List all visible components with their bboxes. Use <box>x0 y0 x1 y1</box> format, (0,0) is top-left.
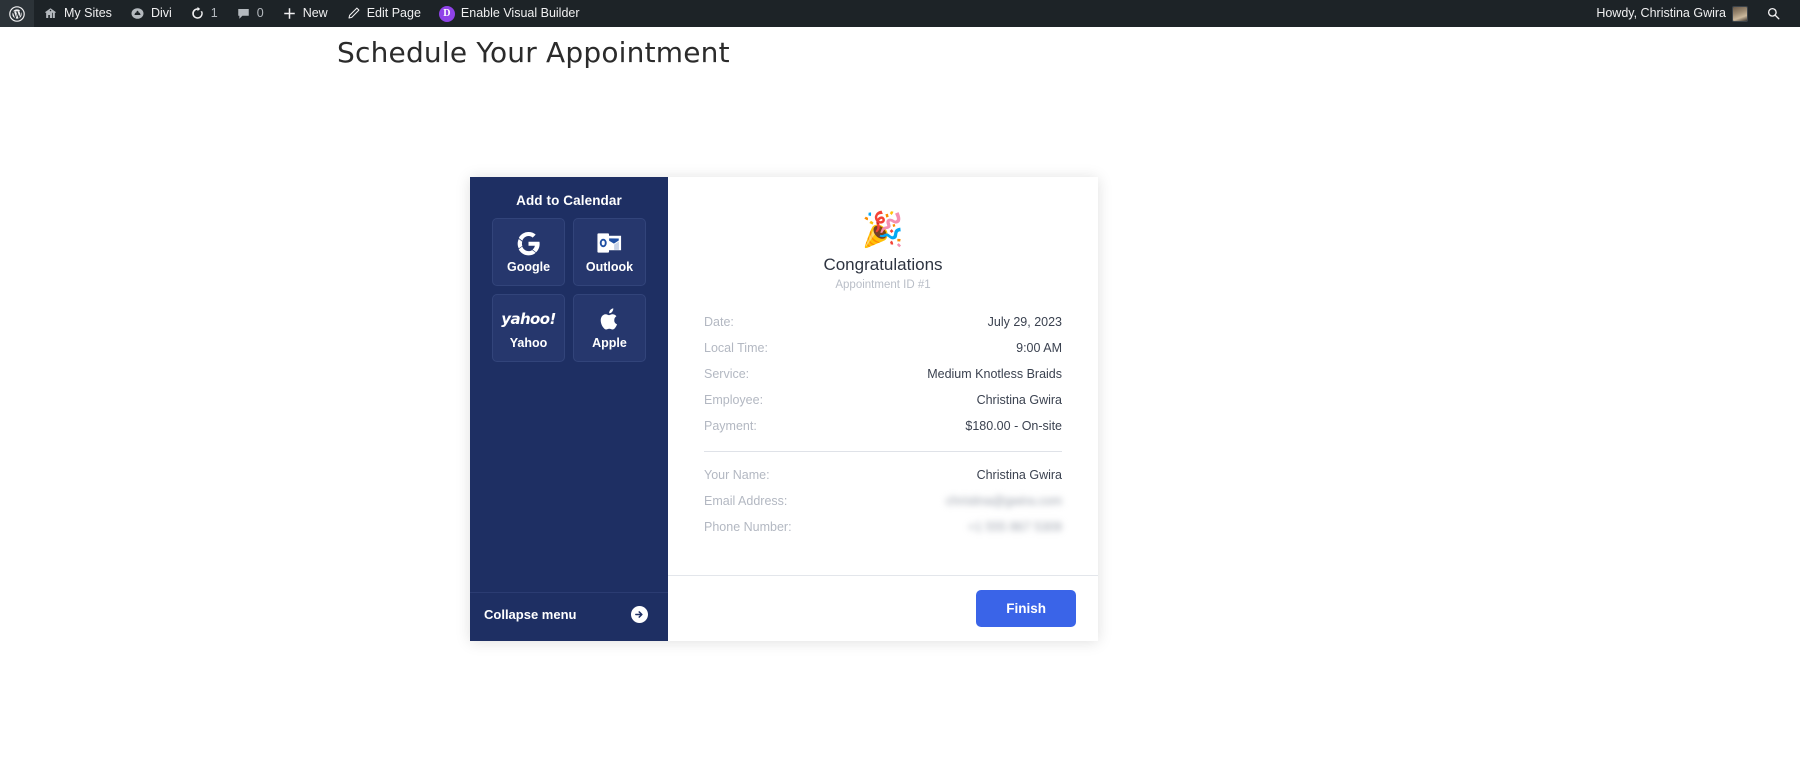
wordpress-logo-icon <box>9 5 25 22</box>
updates-icon <box>190 6 205 21</box>
admin-bar-left-group: My Sites Divi 1 0 New Edit Page D Enable… <box>0 0 589 27</box>
search-icon <box>1766 6 1781 21</box>
party-popper-icon: 🎉 <box>861 210 905 250</box>
detail-label-date: Date: <box>704 315 734 329</box>
edit-page-button[interactable]: Edit Page <box>337 0 430 27</box>
confirmation-body: 🎉 Congratulations Appointment ID #1 Date… <box>668 177 1098 575</box>
detail-value-local-time: 9:00 AM <box>1016 341 1062 355</box>
page-title: Schedule Your Appointment <box>337 36 730 69</box>
calendar-buttons-grid: Google Outlook yahoo! Yahoo Apple <box>470 218 668 362</box>
my-sites-label: My Sites <box>64 6 112 21</box>
collapse-menu-button[interactable]: Collapse menu <box>470 592 668 641</box>
detail-value-date: July 29, 2023 <box>987 315 1062 329</box>
yahoo-calendar-label: Yahoo <box>509 336 548 351</box>
outlook-icon <box>596 230 623 256</box>
wordpress-logo-button[interactable] <box>0 0 34 27</box>
my-sites-button[interactable]: My Sites <box>34 0 121 27</box>
my-sites-icon <box>43 6 58 21</box>
appointment-id-label: Appointment ID #1 <box>835 279 931 291</box>
comments-icon <box>236 6 251 21</box>
plus-icon <box>282 6 297 21</box>
collapse-menu-label: Collapse menu <box>484 607 577 622</box>
detail-row: Service: Medium Knotless Braids <box>704 361 1062 387</box>
yahoo-icon: yahoo! <box>501 309 556 328</box>
add-to-calendar-sidebar: Add to Calendar Google Outlook yahoo! Ya… <box>470 177 668 641</box>
add-to-google-calendar-button[interactable]: Google <box>492 218 565 286</box>
detail-label-payment: Payment: <box>704 419 757 433</box>
updates-button[interactable]: 1 <box>181 0 227 27</box>
detail-label-service: Service: <box>704 367 750 381</box>
detail-row: Your Name: Christina Gwira <box>704 462 1062 488</box>
divi-icon <box>130 6 145 21</box>
comments-count: 0 <box>256 6 264 21</box>
apple-calendar-label: Apple <box>592 336 627 351</box>
divi-badge-icon: D <box>438 5 455 22</box>
finish-button[interactable]: Finish <box>976 590 1076 627</box>
detail-divider <box>704 451 1062 452</box>
detail-value-service: Medium Knotless Braids <box>927 367 1062 381</box>
google-calendar-label: Google <box>506 260 551 275</box>
booking-confirmation-card: Add to Calendar Google Outlook yahoo! Ya… <box>470 177 1098 641</box>
apple-icon <box>599 306 621 332</box>
congratulations-title: Congratulations <box>823 255 943 274</box>
add-to-outlook-calendar-button[interactable]: Outlook <box>573 218 646 286</box>
appointment-details-group: Date: July 29, 2023 Local Time: 9:00 AM … <box>704 309 1062 439</box>
detail-row: Local Time: 9:00 AM <box>704 335 1062 361</box>
detail-label-phone-number: Phone Number: <box>704 520 792 534</box>
enable-visual-builder-button[interactable]: D Enable Visual Builder <box>430 0 589 27</box>
detail-row: Payment: $180.00 - On-site <box>704 413 1062 439</box>
comments-button[interactable]: 0 <box>227 0 273 27</box>
admin-bar-right-group: Howdy, Christina Gwira <box>1587 0 1800 27</box>
detail-value-email-address: christina@gwira.com <box>945 494 1062 508</box>
enable-visual-builder-label: Enable Visual Builder <box>460 6 580 21</box>
detail-label-email-address: Email Address: <box>704 494 788 508</box>
confirmation-panel: 🎉 Congratulations Appointment ID #1 Date… <box>668 177 1098 641</box>
detail-value-payment: $180.00 - On-site <box>965 419 1062 433</box>
detail-value-phone-number: +1 555 867 5309 <box>967 520 1062 534</box>
detail-row: Email Address: christina@gwira.com <box>704 488 1062 514</box>
success-block: 🎉 Congratulations Appointment ID #1 <box>704 205 1062 291</box>
detail-row: Date: July 29, 2023 <box>704 309 1062 335</box>
detail-value-employee: Christina Gwira <box>976 393 1062 407</box>
add-to-yahoo-calendar-button[interactable]: yahoo! Yahoo <box>492 294 565 362</box>
sidebar-heading: Add to Calendar <box>516 193 622 208</box>
customer-details-group: Your Name: Christina Gwira Email Address… <box>704 462 1062 540</box>
detail-label-your-name: Your Name: <box>704 468 770 482</box>
add-to-apple-calendar-button[interactable]: Apple <box>573 294 646 362</box>
outlook-calendar-label: Outlook <box>585 260 634 275</box>
page-content: Schedule Your Appointment Add to Calenda… <box>0 27 1800 783</box>
wp-admin-bar: My Sites Divi 1 0 New Edit Page D Enable… <box>0 0 1800 27</box>
new-content-button[interactable]: New <box>273 0 337 27</box>
admin-search-button[interactable] <box>1757 0 1790 27</box>
detail-row: Phone Number: +1 555 867 5309 <box>704 514 1062 540</box>
edit-page-label: Edit Page <box>366 6 421 21</box>
detail-label-employee: Employee: <box>704 393 764 407</box>
divi-menu-button[interactable]: Divi <box>121 0 181 27</box>
arrow-right-circle-icon <box>631 606 648 623</box>
howdy-label: Howdy, Christina Gwira <box>1596 6 1726 21</box>
confirmation-footer: Finish <box>668 575 1098 641</box>
google-icon <box>516 230 541 256</box>
new-content-label: New <box>302 6 328 21</box>
detail-row: Employee: Christina Gwira <box>704 387 1062 413</box>
divi-label: Divi <box>150 6 172 21</box>
detail-value-your-name: Christina Gwira <box>976 468 1062 482</box>
updates-count: 1 <box>210 6 218 21</box>
pencil-icon <box>346 6 361 21</box>
detail-label-local-time: Local Time: <box>704 341 768 355</box>
howdy-account-button[interactable]: Howdy, Christina Gwira <box>1587 0 1757 27</box>
avatar <box>1732 5 1748 22</box>
